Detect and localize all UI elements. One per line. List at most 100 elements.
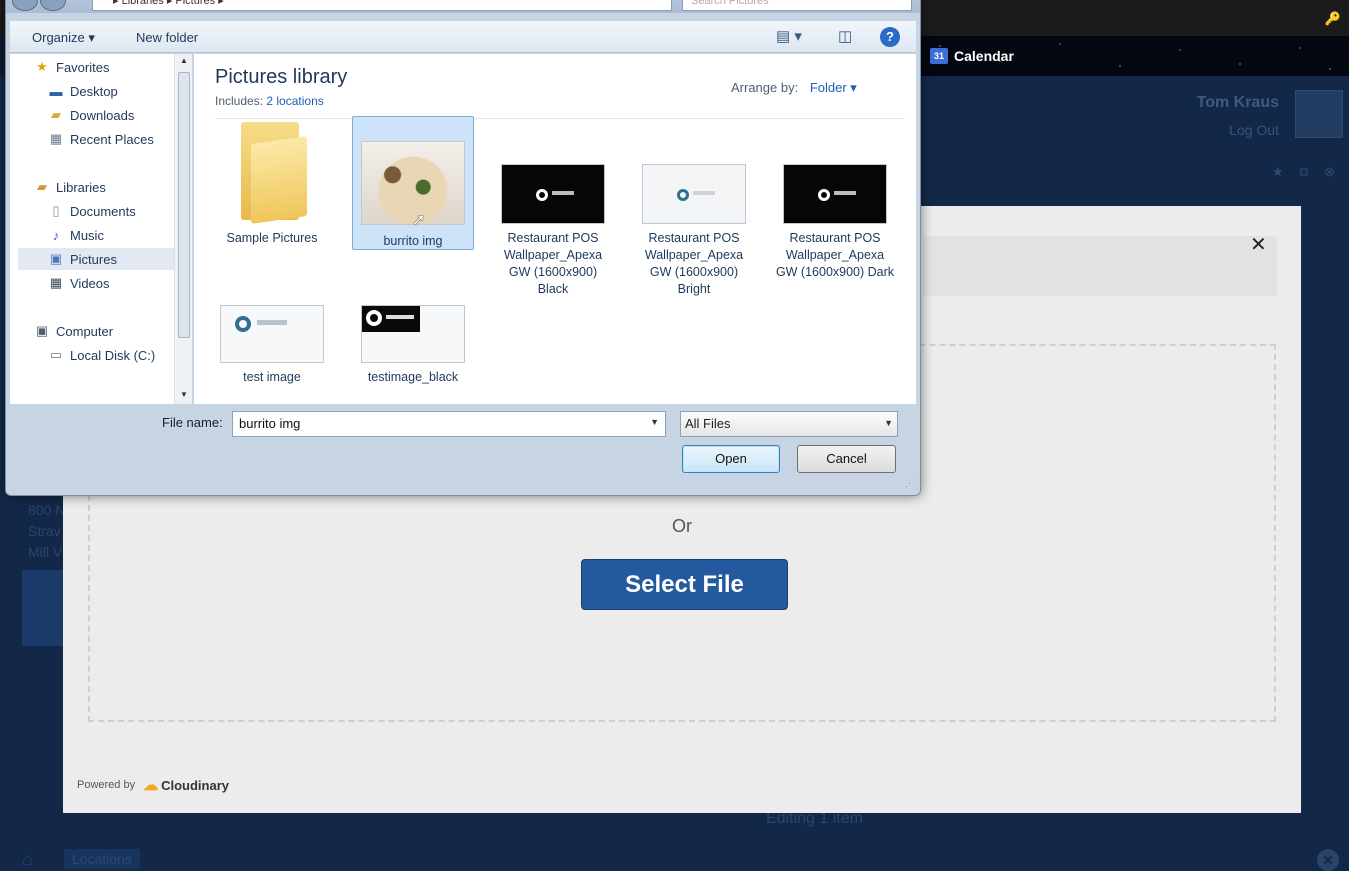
wallpaper-thumbnail <box>501 164 605 224</box>
desktop-icon: ▬ <box>49 83 63 99</box>
nav-local-disk[interactable]: ▭ Local Disk (C:) <box>46 344 172 366</box>
nav-libraries[interactable]: ▰ Libraries <box>32 176 172 198</box>
file-name: burrito img <box>383 234 443 248</box>
nav-label: Downloads <box>70 107 135 123</box>
mouse-cursor-icon: ➚ <box>412 212 426 229</box>
cloudinary-logo: ☁ Cloudinary <box>143 776 229 794</box>
disk-icon: ▭ <box>49 347 63 362</box>
resize-grip-icon[interactable]: ⋰ <box>905 478 914 489</box>
select-file-button[interactable]: Select File <box>581 559 788 610</box>
nav-pictures[interactable]: ▣ Pictures <box>18 248 174 270</box>
file-name: testimage_black <box>367 370 459 384</box>
powered-by-label: Powered by <box>77 779 136 791</box>
file-name: Restaurant POS Wallpaper_Apexa GW (1600x… <box>503 231 603 296</box>
nav-label: Libraries <box>56 179 106 195</box>
selected-record-block <box>22 570 64 646</box>
computer-icon: ▣ <box>35 323 49 338</box>
header-action-icons[interactable]: ★ ⧉ ⊗ <box>1272 164 1341 180</box>
file-tile[interactable]: Restaurant POS Wallpaper_Apexa GW (1600x… <box>633 116 755 298</box>
file-type-value: All Files <box>685 416 731 431</box>
nav-downloads[interactable]: ▰ Downloads <box>46 104 172 126</box>
change-view-icon[interactable]: ▤ ▾ <box>776 27 802 45</box>
nav-documents[interactable]: ▯ Documents <box>46 200 172 222</box>
widget-close-icon[interactable]: ✕ <box>1250 232 1267 257</box>
nav-recent-places[interactable]: ▦ Recent Places <box>46 128 172 150</box>
file-name: test image <box>243 370 301 384</box>
videos-icon: ▦ <box>49 275 63 290</box>
open-button[interactable]: Open <box>682 445 780 473</box>
arrange-dropdown[interactable]: Folder ▾ <box>810 80 857 95</box>
nav-videos[interactable]: ▦ Videos <box>46 272 172 294</box>
calendar-link[interactable]: 31 Calendar <box>930 48 1014 64</box>
folder-icon <box>237 122 307 224</box>
cloud-icon: ☁ <box>143 777 159 794</box>
file-tile[interactable]: test image <box>211 305 333 386</box>
pictures-icon: ▣ <box>49 251 63 266</box>
file-name: Restaurant POS Wallpaper_Apexa GW (1600x… <box>644 231 744 296</box>
file-name: Sample Pictures <box>226 231 318 245</box>
chevron-down-icon: ▼ <box>884 418 893 428</box>
music-icon: ♪ <box>52 227 60 243</box>
search-input[interactable]: Search Pictures <box>682 0 912 11</box>
chevron-down-icon[interactable]: ▼ <box>650 417 659 427</box>
calendar-icon: 31 <box>930 48 948 64</box>
nav-label: Pictures <box>70 251 117 267</box>
nav-computer[interactable]: ▣ Computer <box>32 320 172 342</box>
nav-favorites[interactable]: ★ Favorites <box>32 56 172 78</box>
nav-label: Computer <box>56 323 114 339</box>
close-icon[interactable]: ✕ <box>1317 849 1339 871</box>
file-tile[interactable]: testimage_black <box>352 305 474 386</box>
file-name-value: burrito img <box>239 416 301 431</box>
file-tile[interactable]: Restaurant POS Wallpaper_Apexa GW (1600x… <box>774 116 896 281</box>
includes-label: Includes: <box>215 94 264 108</box>
key-icon[interactable]: 🔑 <box>1325 11 1341 27</box>
dialog-footer: File name: burrito img ▼ All Files ▼ Ope… <box>10 405 916 491</box>
arrange-label: Arrange by: <box>731 80 799 95</box>
arrange-by: Arrange by: Folder ▾ <box>731 80 857 96</box>
nav-music[interactable]: ♪ Music <box>46 224 172 246</box>
nav-label: Local Disk (C:) <box>70 347 156 363</box>
library-includes: Includes: 2 locations <box>215 94 324 108</box>
scroll-down-arrow[interactable]: ▼ <box>180 390 188 399</box>
address-bar[interactable]: ▸ Libraries ▸ Pictures ▸ <box>92 0 672 11</box>
recent-places-icon: ▦ <box>49 131 63 146</box>
help-icon[interactable]: ? <box>880 27 900 47</box>
scroll-thumb[interactable] <box>178 72 190 338</box>
file-open-dialog: ▸ Libraries ▸ Pictures ▸ Search Pictures… <box>5 0 921 496</box>
cancel-button[interactable]: Cancel <box>797 445 896 473</box>
scroll-up-arrow[interactable]: ▲ <box>180 56 188 65</box>
wallpaper-thumbnail <box>783 164 887 224</box>
nav-label: Favorites <box>56 59 110 75</box>
file-tile[interactable]: Sample Pictures <box>211 116 333 250</box>
calendar-label: Calendar <box>954 48 1014 64</box>
locations-link[interactable]: 2 locations <box>266 94 323 108</box>
nav-desktop[interactable]: ▬ Desktop <box>46 80 172 102</box>
back-button[interactable] <box>12 0 38 11</box>
tab-locations[interactable]: Locations <box>64 849 140 869</box>
organize-button[interactable]: Organize ▾ <box>32 30 95 46</box>
new-folder-button[interactable]: New folder <box>136 30 198 45</box>
file-type-select[interactable]: All Files ▼ <box>680 411 898 437</box>
libraries-icon: ▰ <box>37 179 47 194</box>
file-list: Pictures library Includes: 2 locations A… <box>194 54 916 404</box>
or-divider: Or <box>672 516 692 536</box>
image-thumbnail <box>220 305 324 363</box>
forward-button[interactable] <box>40 0 66 11</box>
nav-label: Videos <box>70 275 110 291</box>
downloads-folder-icon: ▰ <box>51 107 61 122</box>
logout-link[interactable]: Log Out <box>1229 122 1279 138</box>
home-icon[interactable]: ⌂ <box>22 849 33 870</box>
star-icon: ★ <box>36 59 48 74</box>
avatar <box>1295 90 1343 138</box>
user-name: Tom Kraus <box>1196 94 1279 111</box>
address-line: Strav <box>28 523 61 539</box>
history-buttons <box>12 0 66 11</box>
preview-pane-icon[interactable]: ◫ <box>838 27 852 45</box>
nav-label: Desktop <box>70 83 118 99</box>
cloudinary-brand: Cloudinary <box>161 777 229 793</box>
file-tile[interactable]: Restaurant POS Wallpaper_Apexa GW (1600x… <box>492 116 614 298</box>
navigation-pane: ★ Favorites ▬ Desktop ▰ Downloads ▦ Rece… <box>10 54 174 404</box>
nav-scrollbar[interactable]: ▲ ▼ <box>174 54 192 404</box>
dialog-title-bar: ▸ Libraries ▸ Pictures ▸ Search Pictures <box>6 0 920 13</box>
file-name-field[interactable]: burrito img ▼ <box>232 411 666 437</box>
